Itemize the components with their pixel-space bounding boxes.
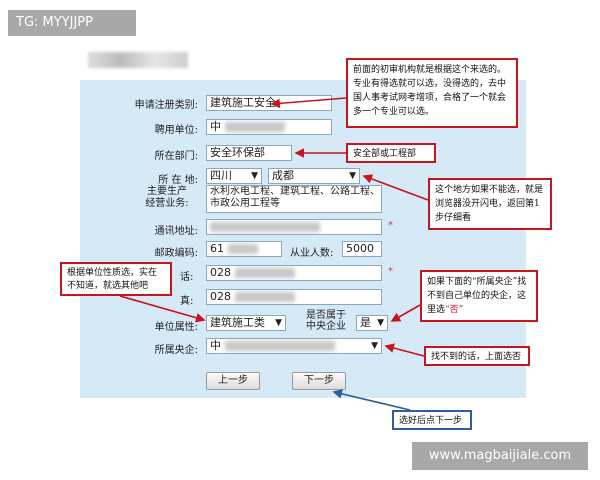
callout-arrows	[119, 97, 429, 411]
watermark-label: www.magbaijiale.com	[412, 442, 588, 470]
arrow-category	[270, 97, 347, 109]
arrow-next	[332, 389, 411, 411]
arrow-nature	[119, 295, 206, 323]
arrow-not-found	[384, 343, 425, 357]
arrow-location	[362, 174, 429, 201]
arrow-central	[390, 304, 421, 322]
